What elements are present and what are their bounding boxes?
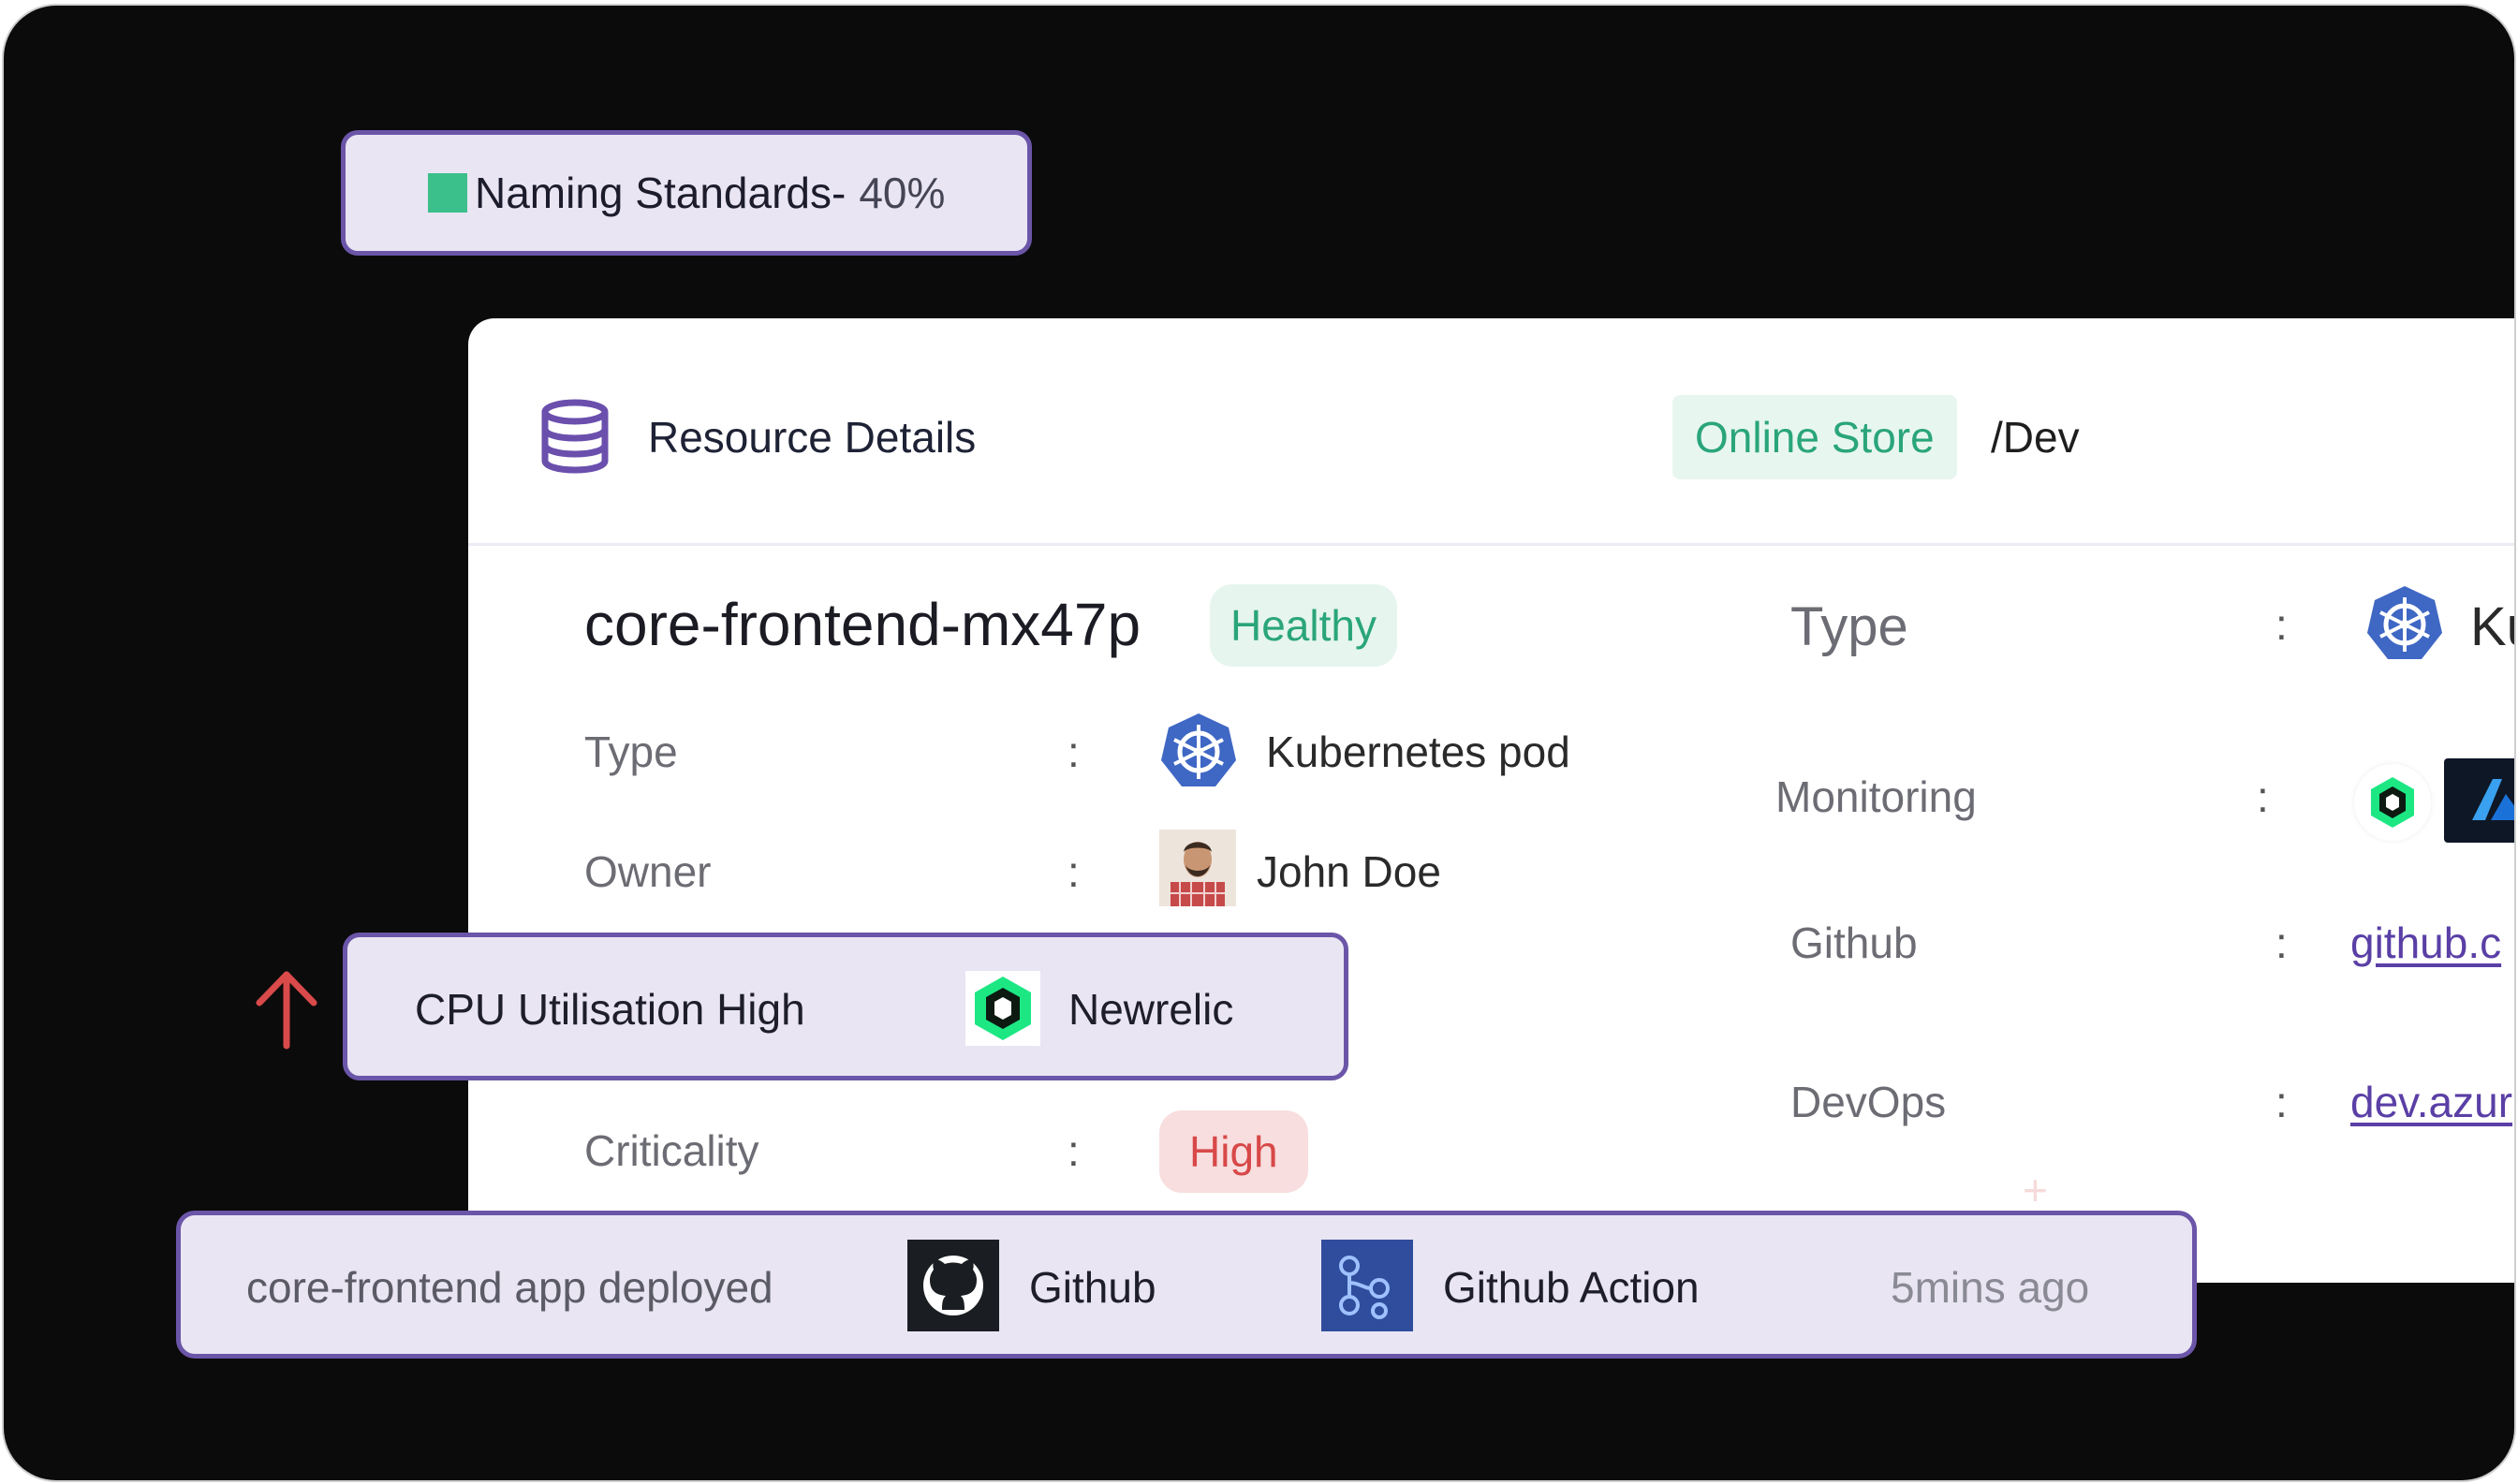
- card-title: Resource Details: [648, 413, 977, 462]
- owner-value: John Doe: [1257, 847, 1441, 896]
- newrelic-icon: [965, 971, 1040, 1046]
- criticality-colon: :: [1068, 1126, 1080, 1175]
- card-header: Resource Details Online Store /Dev: [468, 318, 2514, 546]
- cpu-alert-text: CPU Utilisation High: [415, 985, 805, 1034]
- deployment-event[interactable]: core-frontend app deployed Github Github…: [176, 1211, 2197, 1359]
- arrow-up-icon: [256, 971, 317, 1050]
- github-label: Github: [1790, 918, 1918, 967]
- cpu-alert[interactable]: CPU Utilisation High Newrelic: [343, 933, 1348, 1080]
- github-colon: :: [2275, 918, 2288, 967]
- avatar: [1159, 830, 1236, 906]
- sparkle-decoration: +: [2023, 1166, 2048, 1214]
- status-badge: Healthy: [1210, 584, 1397, 667]
- type-colon: :: [1068, 727, 1080, 776]
- resource-details-card: Resource Details Online Store /Dev core-…: [468, 318, 2514, 1283]
- github-action-icon: [1321, 1240, 1413, 1331]
- naming-label: Naming Standards-: [475, 169, 847, 217]
- devops-link[interactable]: dev.azur: [2350, 1077, 2512, 1127]
- deployment-source: Github: [1029, 1263, 1156, 1312]
- github-link[interactable]: github.c: [2350, 918, 2501, 968]
- github-icon: [907, 1240, 999, 1331]
- devops-label: DevOps: [1790, 1078, 1947, 1126]
- database-icon: [541, 399, 609, 474]
- criticality-badge: High: [1159, 1110, 1308, 1193]
- devops-colon: :: [2275, 1078, 2288, 1126]
- right-type-colon: :: [2275, 600, 2288, 649]
- kubernetes-icon: [2367, 586, 2442, 659]
- azure-icon[interactable]: [2444, 758, 2514, 843]
- owner-colon: :: [1068, 847, 1080, 896]
- naming-percent: 40%: [859, 169, 946, 217]
- type-label: Type: [584, 727, 678, 776]
- type-value: Kubernetes pod: [1266, 727, 1570, 776]
- newrelic-icon[interactable]: [2354, 764, 2431, 841]
- resource-name: core-frontend-mx47p: [584, 591, 1141, 658]
- monitoring-colon: :: [2257, 772, 2269, 821]
- kubernetes-icon: [1161, 713, 1236, 786]
- app-tag[interactable]: Online Store: [1672, 395, 1957, 479]
- owner-label: Owner: [584, 847, 712, 896]
- deployment-text: core-frontend app deployed: [246, 1263, 773, 1312]
- naming-standards-badge[interactable]: Naming Standards- 40%: [341, 130, 1032, 256]
- cpu-alert-source: Newrelic: [1068, 985, 1234, 1034]
- criticality-label: Criticality: [584, 1126, 759, 1175]
- deployment-action: Github Action: [1443, 1263, 1700, 1312]
- monitoring-label: Monitoring: [1775, 772, 1977, 821]
- deployment-time: 5mins ago: [1891, 1263, 2090, 1312]
- right-type-value: Ku: [2470, 596, 2514, 657]
- app-frame: Naming Standards- 40% Resource Details O…: [4, 6, 2514, 1480]
- naming-swatch: [428, 173, 467, 213]
- right-type-label: Type: [1790, 596, 1908, 657]
- environment-label: /Dev: [1991, 413, 2080, 462]
